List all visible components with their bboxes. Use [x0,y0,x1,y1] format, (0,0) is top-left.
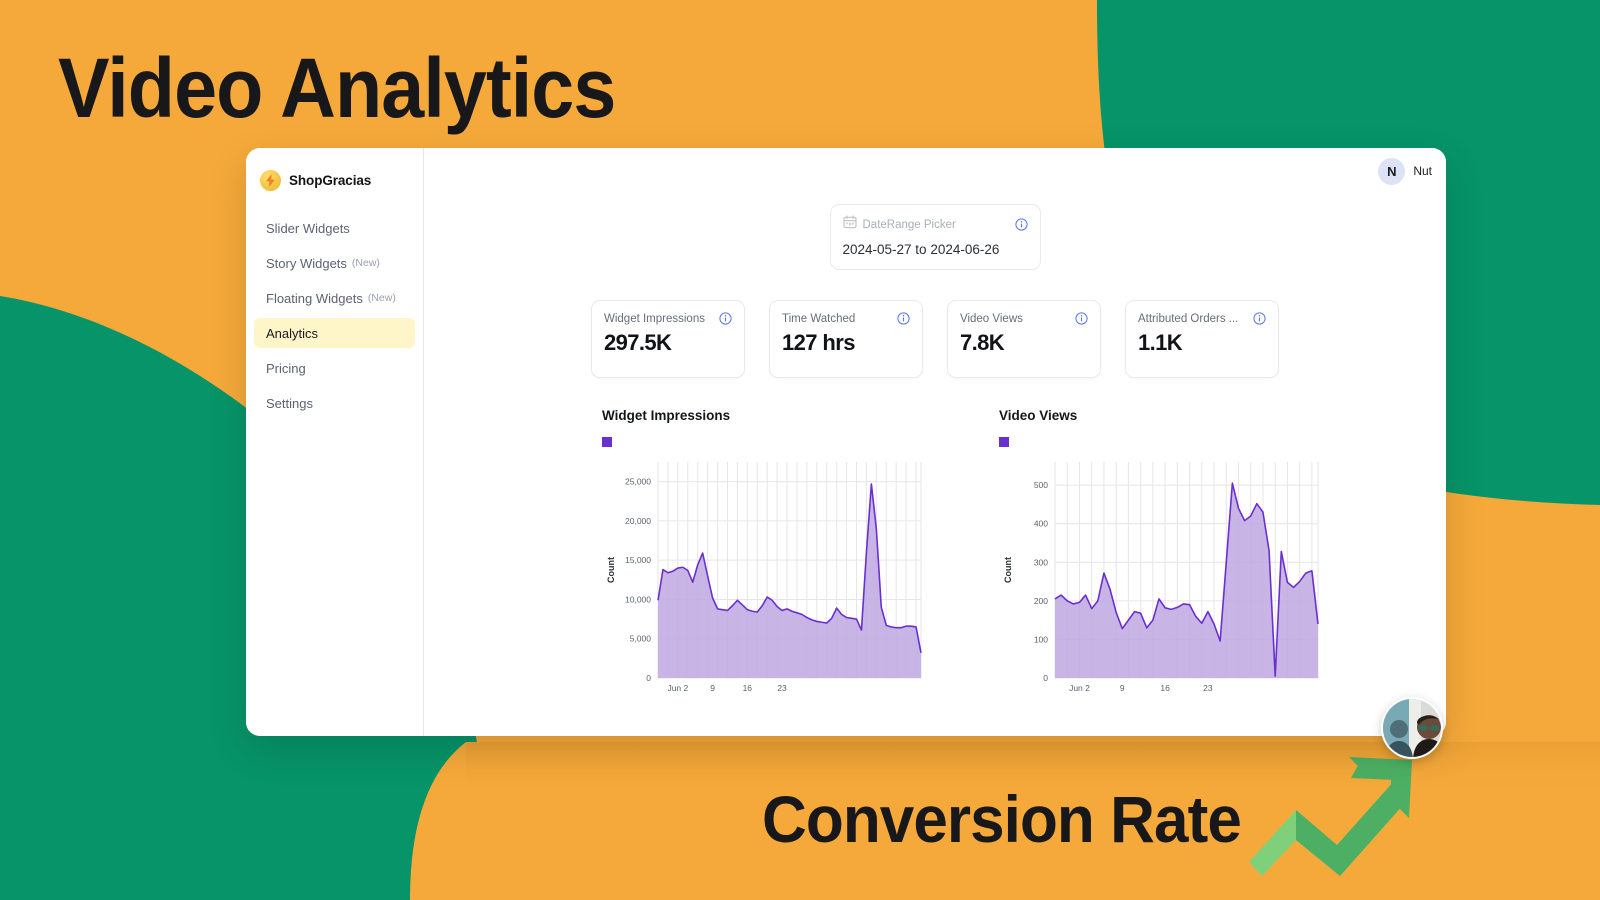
kpi-label: Time Watched [782,312,856,325]
promo-footline: Conversion Rate [762,782,1242,856]
kpi-head: Video Views [960,312,1088,325]
kpi-row: Widget Impressions 297.5K Time Watched 1… [424,300,1446,378]
svg-text:Jun 2: Jun 2 [1069,683,1090,693]
svg-text:15,000: 15,000 [625,555,651,565]
svg-text:25,000: 25,000 [625,477,651,487]
main-content: N Nut DateRange Picker 2024-05-27 to 202… [424,148,1446,736]
sidebar-item-label: Settings [266,395,313,411]
kpi-head: Time Watched [782,312,910,325]
info-icon[interactable] [897,312,910,325]
kpi-head: Widget Impressions [604,312,732,325]
sidebar-item-settings[interactable]: Settings [254,388,415,418]
chart-canvas: 0 100 200 300 400 500 Count Jun 2 9 16 23 [1003,462,1319,693]
sidebar-item-pricing[interactable]: Pricing [254,353,415,383]
svg-text:16: 16 [743,683,753,693]
svg-text:16: 16 [1160,683,1170,693]
kpi-card-video-views[interactable]: Video Views 7.8K [947,300,1101,378]
chart-legend-swatch[interactable] [999,437,1009,447]
kpi-value: 7.8K [960,330,1005,355]
info-icon[interactable] [719,312,732,325]
kpi-label: Widget Impressions [604,312,705,325]
brand-name: ShopGracias [289,173,372,188]
svg-text:9: 9 [710,683,715,693]
svg-text:Jun 2: Jun 2 [667,683,688,693]
svg-text:Count: Count [606,557,616,583]
svg-text:5,000: 5,000 [630,634,652,644]
chart-title: Video Views [999,408,1078,423]
brand: ShopGracias [246,162,423,191]
daterange-label: DateRange Picker [862,218,956,231]
kpi-value: 297.5K [604,330,672,355]
sidebar-item-label: Analytics [266,325,319,341]
info-icon[interactable] [1075,312,1088,325]
svg-text:200: 200 [1034,596,1048,606]
chart-widget-impressions: Widget Impressions 0 5,000 10,000 15,000 20,… [602,408,927,706]
sidebar: ShopGracias Slider Widgets Story Widgets… [246,148,424,736]
chart-legend-swatch[interactable] [602,437,612,447]
kpi-value: 1.1K [1138,330,1183,355]
charts-row: Widget Impressions 0 5,000 10,000 15,000 20,… [424,408,1446,706]
daterange-wrap: DateRange Picker 2024-05-27 to 2024-06-2… [424,204,1446,270]
sidebar-item-analytics[interactable]: Analytics [254,318,415,348]
kpi-card-time-watched[interactable]: Time Watched 127 hrs [769,300,923,378]
svg-text:23: 23 [1203,683,1213,693]
user-menu[interactable]: N Nut [1378,157,1432,185]
promo-headline: Video Analytics [58,41,616,135]
svg-text:Count: Count [1003,557,1013,583]
kpi-card-widget-impressions[interactable]: Widget Impressions 297.5K [591,300,745,378]
user-name: Nut [1413,164,1432,178]
kpi-label: Attributed Orders ... [1138,312,1239,325]
svg-text:23: 23 [777,683,787,693]
chart-canvas: 0 5,000 10,000 15,000 20,000 25,000 Count Jun 2… [606,462,922,693]
daterange-header: DateRange Picker [842,215,1028,234]
kpi-card-attributed-orders[interactable]: Attributed Orders ... 1.1K [1125,300,1279,378]
sidebar-item-label: Slider Widgets [266,220,350,236]
topbar: N Nut [424,148,1446,194]
svg-text:0: 0 [646,673,651,683]
info-icon[interactable] [1014,218,1028,231]
sidebar-item-badge: (New) [351,257,380,269]
chart-video-views: Video Views 0 100 200 300 400 500 Count Jun 2 9 1… [999,408,1324,706]
calendar-icon [842,215,857,234]
sidebar-nav: Slider Widgets Story Widgets (New) Float… [246,213,423,423]
info-icon[interactable] [1253,312,1266,325]
svg-text:9: 9 [1120,683,1125,693]
svg-text:10,000: 10,000 [625,594,651,604]
svg-text:20,000: 20,000 [625,516,651,526]
webcam-bubble [1381,697,1443,759]
svg-text:500: 500 [1034,480,1048,490]
daterange-picker[interactable]: DateRange Picker 2024-05-27 to 2024-06-2… [829,204,1041,270]
sidebar-item-badge: (New) [367,292,396,304]
sidebar-item-label: Story Widgets [266,255,347,271]
chart-title: Widget Impressions [602,408,731,423]
svg-text:300: 300 [1034,557,1048,567]
kpi-head: Attributed Orders ... [1138,312,1266,325]
kpi-value: 127 hrs [782,330,855,355]
svg-text:400: 400 [1034,519,1048,529]
daterange-value: 2024-05-27 to 2024-06-26 [842,242,1000,257]
kpi-label: Video Views [960,312,1023,325]
sidebar-item-slider-widgets[interactable]: Slider Widgets [254,213,415,243]
sidebar-item-floating-widgets[interactable]: Floating Widgets (New) [254,283,415,313]
sidebar-item-label: Pricing [266,360,306,376]
app-window: ShopGracias Slider Widgets Story Widgets… [246,148,1446,736]
sidebar-item-story-widgets[interactable]: Story Widgets (New) [254,248,415,278]
avatar: N [1378,157,1406,185]
lightning-bolt-icon [260,170,281,191]
svg-text:0: 0 [1043,673,1048,683]
svg-text:100: 100 [1034,634,1048,644]
sidebar-item-label: Floating Widgets [266,290,363,306]
